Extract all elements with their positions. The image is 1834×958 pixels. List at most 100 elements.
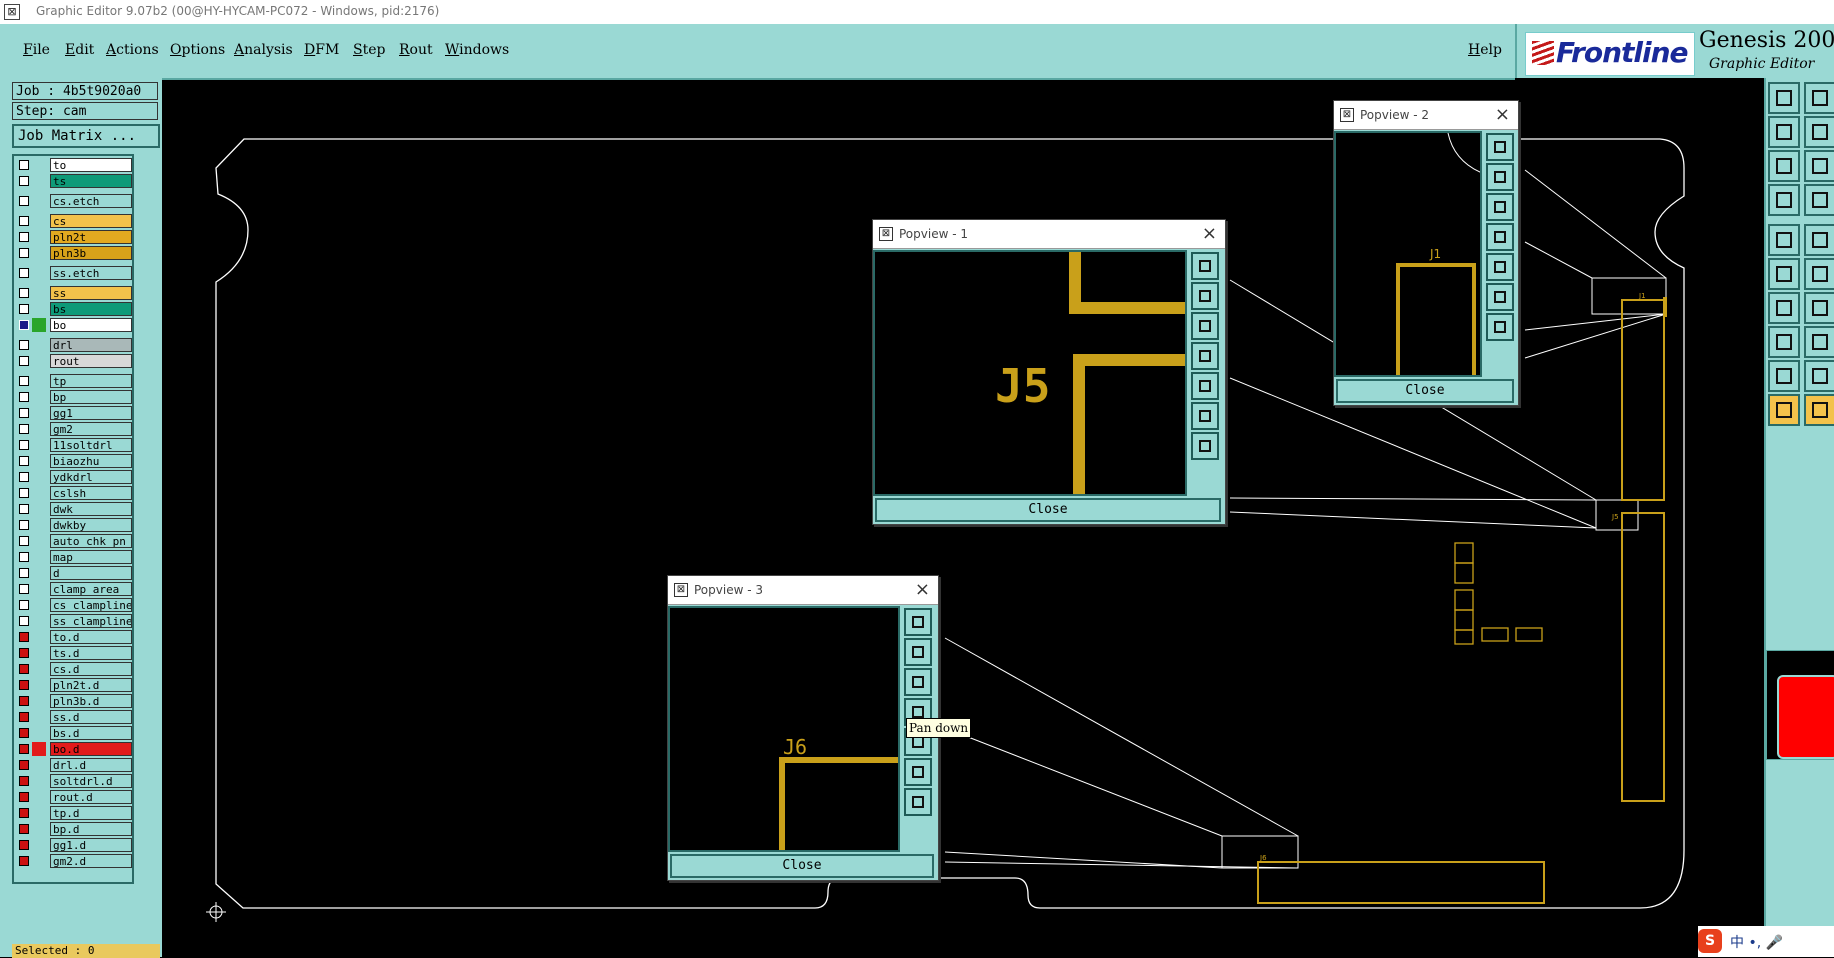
layer-row[interactable]: ts <box>14 174 132 188</box>
job-matrix-button[interactable]: Job Matrix ... <box>12 124 160 148</box>
layer-row[interactable]: drl <box>14 338 132 352</box>
layer-color-swatch[interactable] <box>32 630 46 644</box>
layer-name[interactable]: bs <box>50 302 132 316</box>
layer-color-swatch[interactable] <box>32 774 46 788</box>
add-pad-tool-button[interactable] <box>1804 326 1834 358</box>
layer-name[interactable]: bp.d <box>50 822 132 836</box>
layer-color-swatch[interactable] <box>32 550 46 564</box>
layer-color-swatch[interactable] <box>32 438 46 452</box>
measure-tool-button[interactable] <box>1804 184 1834 216</box>
layer-color-swatch[interactable] <box>32 502 46 516</box>
menu-help[interactable]: Help <box>1468 42 1502 58</box>
menu-step[interactable]: Step <box>353 42 385 58</box>
layer-checkbox[interactable] <box>19 356 29 366</box>
layer-name[interactable]: cs_clampline <box>50 598 132 612</box>
layer-name[interactable]: tp <box>50 374 132 388</box>
layer-name[interactable]: rout.d <box>50 790 132 804</box>
layer-row[interactable]: map <box>14 550 132 564</box>
layer-checkbox[interactable] <box>19 440 29 450</box>
layer-name[interactable]: pln3b.d <box>50 694 132 708</box>
layer-checkbox[interactable] <box>19 680 29 690</box>
layer-row[interactable]: gm2.d <box>14 854 132 868</box>
layer-row[interactable]: bs.d <box>14 726 132 740</box>
layer-checkbox[interactable] <box>19 232 29 242</box>
layer-checkbox[interactable] <box>19 744 29 754</box>
layer-color-swatch[interactable] <box>32 174 46 188</box>
pan-right-button[interactable] <box>1486 253 1514 281</box>
layer-color-swatch[interactable] <box>32 646 46 660</box>
menu-analysis[interactable]: Analysis <box>234 42 293 58</box>
layer-checkbox[interactable] <box>19 552 29 562</box>
layer-name[interactable]: ss.d <box>50 710 132 724</box>
layer-name[interactable]: drl.d <box>50 758 132 772</box>
popview-3-close-button[interactable]: Close <box>670 854 934 878</box>
layer-name[interactable]: ts <box>50 174 132 188</box>
menu-windows[interactable]: Windows <box>445 42 509 58</box>
layer-color-swatch[interactable] <box>32 838 46 852</box>
layer-row[interactable]: 11soltdrl <box>14 438 132 452</box>
popview-1-close-button[interactable]: Close <box>875 498 1221 522</box>
layer-checkbox[interactable] <box>19 176 29 186</box>
layer-name[interactable]: bo <box>50 318 132 332</box>
pan-down-button[interactable] <box>1191 312 1219 340</box>
pan-up-button[interactable] <box>1191 282 1219 310</box>
layer-row[interactable]: pln2t <box>14 230 132 244</box>
layer-name[interactable]: dwkby <box>50 518 132 532</box>
ime-status[interactable]: 中 •, 🎤 <box>1730 932 1783 952</box>
pan-left-button[interactable] <box>1486 223 1514 251</box>
select-net-tool-button[interactable] <box>1768 258 1800 290</box>
layer-checkbox[interactable] <box>19 288 29 298</box>
layer-row[interactable]: d <box>14 566 132 580</box>
layer-checkbox[interactable] <box>19 248 29 258</box>
layer-color-swatch[interactable] <box>32 158 46 172</box>
zoom-in-button[interactable] <box>904 758 932 786</box>
select-arrow-tool-button[interactable] <box>1768 394 1800 426</box>
layer-color-swatch[interactable] <box>32 470 46 484</box>
layer-checkbox[interactable] <box>19 216 29 226</box>
layer-row[interactable]: tp.d <box>14 806 132 820</box>
layer-checkbox[interactable] <box>19 268 29 278</box>
layer-color-swatch[interactable] <box>32 678 46 692</box>
layer-checkbox[interactable] <box>19 376 29 386</box>
layer-color-swatch[interactable] <box>32 194 46 208</box>
layer-row[interactable]: cs <box>14 214 132 228</box>
layer-color-swatch[interactable] <box>32 286 46 300</box>
layer-row[interactable]: auto_chk_pn <box>14 534 132 548</box>
layer-name[interactable]: pln2t.d <box>50 678 132 692</box>
layer-name[interactable]: cs.etch <box>50 194 132 208</box>
zoom-area-tool-button[interactable] <box>1804 150 1834 182</box>
layer-row[interactable]: ts.d <box>14 646 132 660</box>
layer-row[interactable]: ss.etch <box>14 266 132 280</box>
layer-name[interactable]: soltdrl.d <box>50 774 132 788</box>
layer-row[interactable]: cs_clampline <box>14 598 132 612</box>
layer-row[interactable]: ss <box>14 286 132 300</box>
pan-right-button[interactable] <box>1191 372 1219 400</box>
layer-name[interactable]: bs.d <box>50 726 132 740</box>
layer-checkbox[interactable] <box>19 664 29 674</box>
measure-tool-button[interactable] <box>1768 184 1800 216</box>
layer-name[interactable]: gm2 <box>50 422 132 436</box>
menu-edit[interactable]: Edit <box>65 42 94 58</box>
zoom-home-tool-button[interactable] <box>1804 82 1834 114</box>
layer-name[interactable]: 11soltdrl <box>50 438 132 452</box>
pan-down-button[interactable] <box>1486 193 1514 221</box>
layer-checkbox[interactable] <box>19 840 29 850</box>
layer-name[interactable]: gg1 <box>50 406 132 420</box>
layer-color-swatch[interactable] <box>32 354 46 368</box>
layer-color-swatch[interactable] <box>32 266 46 280</box>
layer-color-swatch[interactable] <box>32 694 46 708</box>
layer-name[interactable]: pln2t <box>50 230 132 244</box>
layer-name[interactable]: biaozhu <box>50 454 132 468</box>
layer-color-swatch[interactable] <box>32 582 46 596</box>
layer-color-swatch[interactable] <box>32 246 46 260</box>
layer-name[interactable]: drl <box>50 338 132 352</box>
layer-color-swatch[interactable] <box>32 806 46 820</box>
layer-checkbox[interactable] <box>19 160 29 170</box>
layer-color-swatch[interactable] <box>32 566 46 580</box>
layer-color-swatch[interactable] <box>32 230 46 244</box>
layer-color-swatch[interactable] <box>32 302 46 316</box>
layer-color-swatch[interactable] <box>32 518 46 532</box>
layer-checkbox[interactable] <box>19 648 29 658</box>
layer-row[interactable]: gg1.d <box>14 838 132 852</box>
close-icon[interactable]: × <box>1202 223 1217 244</box>
